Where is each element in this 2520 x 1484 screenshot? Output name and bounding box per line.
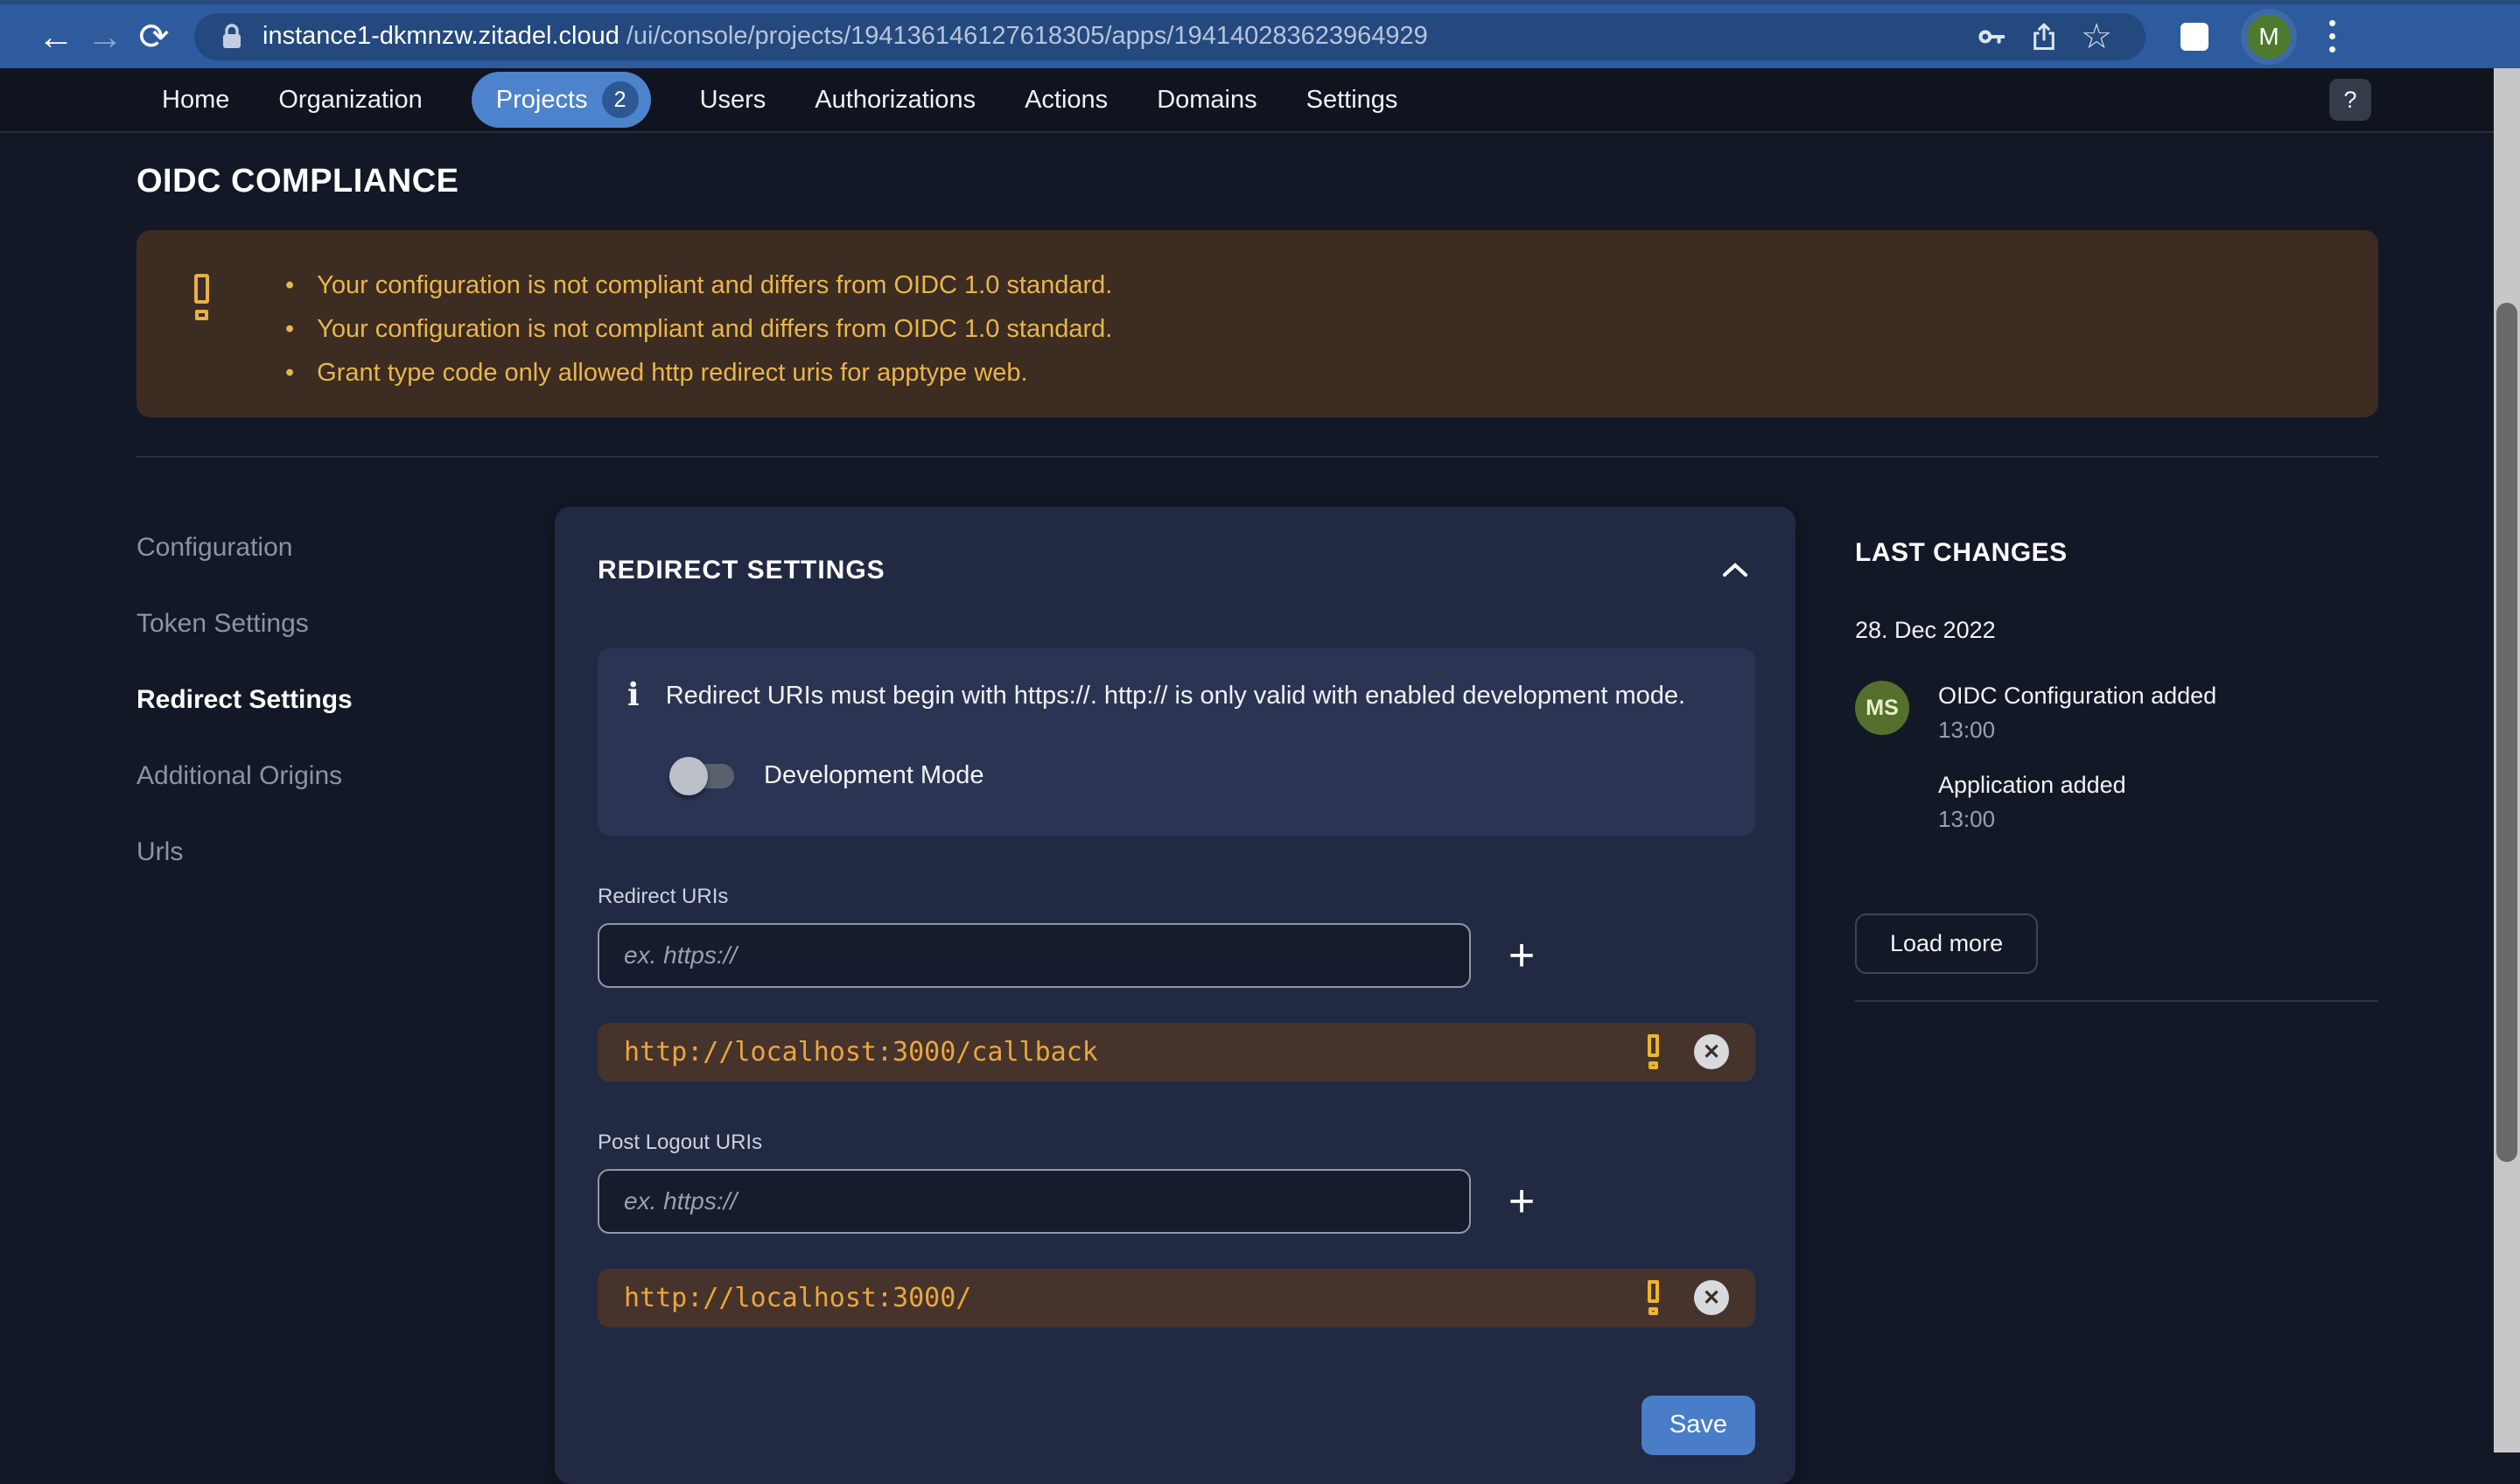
card-title: REDIRECT SETTINGS: [598, 556, 886, 584]
tab-users[interactable]: Users: [700, 86, 766, 115]
event-time: 13:00: [1938, 806, 1996, 832]
post-logout-uri-value: http://localhost:3000/: [624, 1282, 972, 1313]
event-time: 13:00: [1938, 717, 1996, 743]
tab-projects-label: Projects: [495, 85, 588, 114]
collapse-chevron-up-icon[interactable]: [1715, 556, 1755, 585]
development-mode-label: Development Mode: [764, 761, 984, 790]
tab-organization[interactable]: Organization: [278, 86, 422, 115]
address-bar[interactable]: instance1-dkmnzw.zitadel.cloud /ui/conso…: [194, 12, 2146, 60]
change-date: 28. Dec 2022: [1855, 617, 1996, 643]
last-changes-panel: LAST CHANGES 28. Dec 2022 MS OIDC Config…: [1855, 507, 2378, 1002]
bookmark-star-icon[interactable]: ☆: [2074, 14, 2119, 60]
remove-redirect-uri-button[interactable]: ✕: [1694, 1034, 1729, 1070]
sidebar-item-configuration[interactable]: Configuration: [136, 533, 486, 563]
url-path: /ui/console/projects/194136146127618305/…: [626, 22, 1428, 50]
change-event: Application added 13:00: [1855, 770, 2378, 833]
page-content: OIDC COMPLIANCE Your configuration is no…: [0, 135, 2520, 1484]
uri-warning-icon: [1648, 1280, 1659, 1316]
tab-domains[interactable]: Domains: [1157, 86, 1256, 115]
user-avatar: MS: [1855, 681, 1909, 735]
tab-home[interactable]: Home: [162, 86, 229, 115]
console-navbar: Home Organization Projects 2 Users Autho…: [0, 68, 2520, 133]
tab-authorizations[interactable]: Authorizations: [815, 86, 976, 115]
settings-side-menu: Configuration Token Settings Redirect Se…: [136, 507, 486, 914]
add-post-logout-uri-button[interactable]: +: [1494, 1173, 1550, 1229]
share-icon[interactable]: [2021, 14, 2067, 60]
add-redirect-uri-button[interactable]: +: [1494, 928, 1550, 984]
password-key-icon[interactable]: [1969, 14, 2014, 60]
redirect-settings-card: REDIRECT SETTINGS ℹ Redirect URIs must b…: [555, 507, 1796, 1484]
redirect-uris-label: Redirect URIs: [598, 884, 729, 908]
browser-menu-icon[interactable]: [2320, 17, 2344, 56]
scrollbar-thumb[interactable]: [2496, 303, 2517, 1162]
browser-back-button[interactable]: ←: [32, 12, 80, 61]
warning-item: Grant type code only allowed http redire…: [285, 351, 1112, 395]
event-title: OIDC Configuration added: [1938, 682, 2217, 709]
tab-projects[interactable]: Projects 2: [471, 72, 651, 128]
tab-settings[interactable]: Settings: [1306, 86, 1398, 115]
url-domain: instance1-dkmnzw.zitadel.cloud: [262, 22, 620, 50]
sidebar-item-token-settings[interactable]: Token Settings: [136, 609, 486, 639]
save-button[interactable]: Save: [1641, 1395, 1755, 1455]
load-more-button[interactable]: Load more: [1855, 914, 2039, 974]
scrollbar-track[interactable]: [2494, 68, 2520, 1452]
sidebar-item-redirect-settings[interactable]: Redirect Settings: [136, 685, 486, 715]
remove-post-logout-uri-button[interactable]: ✕: [1694, 1280, 1729, 1316]
help-button[interactable]: ?: [2329, 79, 2371, 121]
post-logout-uris-label: Post Logout URIs: [598, 1130, 763, 1154]
last-changes-title: LAST CHANGES: [1855, 538, 2068, 567]
content-divider: [136, 456, 2378, 458]
event-title: Application added: [1938, 772, 2126, 798]
redirect-uri-value: http://localhost:3000/callback: [624, 1036, 1098, 1068]
compliance-warning-banner: Your configuration is not compliant and …: [136, 230, 2378, 417]
development-mode-toggle[interactable]: [669, 756, 738, 795]
dev-mode-info-box: ℹ Redirect URIs must begin with https://…: [598, 648, 1755, 836]
projects-count-badge: 2: [601, 81, 639, 118]
warning-icon: [194, 274, 209, 320]
post-logout-uri-row: http://localhost:3000/ ✕: [598, 1268, 1755, 1327]
browser-chrome: ← → ⟳ instance1-dkmnzw.zitadel.cloud /ui…: [0, 0, 2520, 68]
redirect-uri-row: http://localhost:3000/callback ✕: [598, 1022, 1755, 1082]
uri-warning-icon: [1648, 1034, 1659, 1070]
tab-actions[interactable]: Actions: [1025, 86, 1108, 115]
post-logout-uri-input[interactable]: [598, 1168, 1471, 1234]
redirect-uri-input[interactable]: [598, 922, 1471, 988]
browser-forward-button[interactable]: →: [80, 12, 130, 61]
side-panel-icon[interactable]: [2172, 14, 2217, 60]
sidebar-item-additional-origins[interactable]: Additional Origins: [136, 761, 486, 791]
change-event: MS OIDC Configuration added 13:00: [1855, 681, 2378, 744]
info-text: Redirect URIs must begin with https://. …: [665, 682, 1686, 710]
right-panel-divider: [1855, 1000, 2378, 1002]
warning-item: Your configuration is not compliant and …: [285, 307, 1112, 351]
lock-icon: [220, 23, 243, 51]
warning-list: Your configuration is not compliant and …: [285, 253, 1112, 395]
info-icon: ℹ: [627, 677, 640, 713]
warning-item: Your configuration is not compliant and …: [285, 263, 1112, 307]
browser-reload-button[interactable]: ⟳: [130, 12, 178, 61]
sidebar-item-urls[interactable]: Urls: [136, 837, 486, 867]
browser-profile-avatar[interactable]: M: [2247, 14, 2291, 59]
page-title: OIDC COMPLIANCE: [136, 163, 459, 200]
